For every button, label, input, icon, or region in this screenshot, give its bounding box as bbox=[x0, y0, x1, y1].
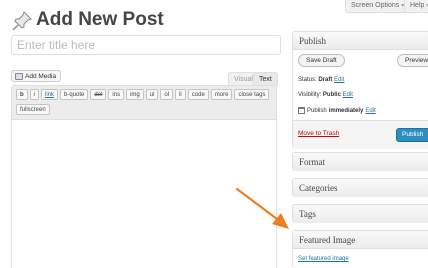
qt-ins-button[interactable]: ins bbox=[108, 89, 125, 100]
preview-button[interactable]: Preview bbox=[397, 54, 428, 67]
format-box-title[interactable]: Format bbox=[293, 153, 428, 171]
publish-when-value: immediately bbox=[328, 107, 364, 114]
save-draft-button[interactable]: Save Draft bbox=[298, 54, 345, 67]
qt-ol-button[interactable]: ol bbox=[160, 89, 174, 100]
calendar-icon bbox=[298, 107, 305, 114]
qt-italic-button[interactable]: i bbox=[29, 89, 40, 100]
qt-bold-button[interactable]: b bbox=[16, 89, 28, 100]
categories-box-title[interactable]: Categories bbox=[293, 179, 428, 197]
post-title-input[interactable] bbox=[11, 35, 281, 55]
status-label: Status: bbox=[298, 77, 317, 83]
qt-del-button[interactable]: del bbox=[90, 89, 107, 100]
screen-options-tab[interactable]: Screen Options ▾ bbox=[345, 0, 411, 13]
post-content-editor[interactable]: b i link b-quote del ins img ul ol li co… bbox=[11, 85, 277, 268]
publish-box: Publish Save Draft Preview Status: Draft… bbox=[292, 31, 428, 149]
publish-label: Publish bbox=[307, 107, 327, 114]
media-icon bbox=[15, 73, 23, 80]
publishing-actions: Move to Trash Publish bbox=[293, 120, 428, 149]
visibility-label: Visibility: bbox=[298, 92, 322, 98]
visibility-value: Public bbox=[322, 92, 341, 98]
quicktags-row: fullscreen bbox=[16, 104, 50, 115]
help-label: Help bbox=[410, 2, 425, 9]
status-value: Draft bbox=[318, 77, 333, 83]
qt-li-button[interactable]: li bbox=[175, 89, 186, 100]
quicktags-row: b i link b-quote del ins img ul ol li co… bbox=[16, 89, 270, 100]
qt-blockquote-button[interactable]: b-quote bbox=[60, 89, 89, 100]
format-box: Format bbox=[292, 152, 428, 171]
screen-options-label: Screen Options bbox=[351, 2, 400, 9]
visibility-row: Visibility: Public Edit bbox=[298, 92, 353, 98]
add-media-button[interactable]: Add Media bbox=[11, 70, 62, 82]
qt-img-button[interactable]: img bbox=[126, 89, 144, 100]
qt-ul-button[interactable]: ul bbox=[145, 89, 159, 100]
qt-fullscreen-button[interactable]: fullscreen bbox=[16, 104, 50, 115]
tags-box: Tags bbox=[292, 204, 428, 223]
post-status-row: Status: Draft Edit bbox=[298, 77, 344, 83]
move-to-trash-link[interactable]: Move to Trash bbox=[298, 130, 339, 137]
tags-box-title[interactable]: Tags bbox=[293, 205, 428, 223]
page-title: Add New Post bbox=[36, 9, 164, 30]
qt-link-button[interactable]: link bbox=[41, 89, 59, 100]
set-featured-image-link[interactable]: Set featured image bbox=[298, 256, 349, 262]
edit-status-link[interactable]: Edit bbox=[334, 77, 344, 83]
featured-image-box: Featured Image Set featured image bbox=[292, 230, 428, 268]
publish-button[interactable]: Publish bbox=[396, 128, 428, 142]
edit-visibility-link[interactable]: Edit bbox=[343, 92, 353, 98]
add-media-label: Add Media bbox=[25, 73, 57, 80]
edit-schedule-link[interactable]: Edit bbox=[365, 108, 375, 114]
qt-code-button[interactable]: code bbox=[187, 89, 209, 100]
publish-box-title[interactable]: Publish bbox=[293, 32, 428, 50]
pushpin-icon bbox=[11, 10, 33, 32]
categories-box: Categories bbox=[292, 178, 428, 197]
featured-image-box-title[interactable]: Featured Image bbox=[293, 231, 428, 249]
tab-text[interactable]: Text bbox=[253, 72, 278, 86]
qt-close-tags-button[interactable]: close tags bbox=[234, 89, 270, 100]
quicktags-toolbar: b i link b-quote del ins img ul ol li co… bbox=[12, 86, 276, 120]
help-tab[interactable]: Help ▾ bbox=[404, 0, 428, 13]
publish-schedule-row: Publish immediately Edit bbox=[298, 107, 376, 114]
qt-more-button[interactable]: more bbox=[210, 89, 233, 100]
